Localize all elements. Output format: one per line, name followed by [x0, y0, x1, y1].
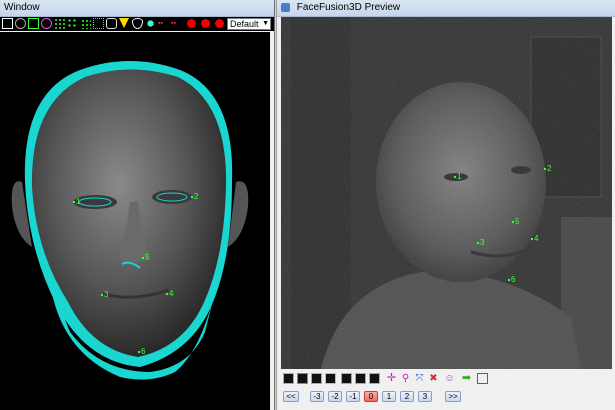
landmark-dot: [138, 350, 140, 353]
page-button-3[interactable]: 3: [418, 391, 432, 402]
red-mark-icon[interactable]: ▪▪: [158, 18, 169, 29]
preview-landmark-4[interactable]: 4: [531, 235, 538, 243]
face-photo: [281, 17, 612, 369]
crop-icon[interactable]: [15, 18, 26, 29]
points-icon[interactable]: [311, 373, 322, 384]
grid-overlay-icon[interactable]: [355, 373, 366, 384]
record-icon[interactable]: [186, 18, 197, 29]
landmark-dot: [512, 220, 514, 223]
preset-dropdown[interactable]: Default ▼: [227, 18, 271, 30]
landmark-dot: [73, 200, 75, 203]
preset-value: Default: [230, 19, 259, 29]
preview-landmark-6[interactable]: 6: [508, 276, 515, 284]
page-button-minus3[interactable]: -3: [310, 391, 324, 402]
move-icon[interactable]: ✛: [386, 373, 397, 384]
prev-page-button[interactable]: <<: [283, 391, 299, 402]
face-detect-icon[interactable]: ☺: [444, 373, 455, 384]
3d-viewport[interactable]: 1 2 5 3 4 6: [0, 32, 270, 410]
select-icon[interactable]: [2, 18, 13, 29]
left-window-title: Window: [4, 2, 40, 13]
record3-icon[interactable]: [214, 18, 225, 29]
target-icon[interactable]: [41, 18, 52, 29]
fit-icon[interactable]: ⤧: [414, 373, 425, 384]
preview-landmark-2[interactable]: 2: [544, 165, 551, 173]
reset-icon[interactable]: ✖: [428, 373, 439, 384]
page-button-1[interactable]: 1: [382, 391, 396, 402]
mesh-icon[interactable]: [67, 18, 78, 29]
scatter-overlay-icon[interactable]: [341, 373, 352, 384]
landmark-3[interactable]: 3: [101, 291, 108, 299]
view-mode2-icon[interactable]: [297, 373, 308, 384]
landmark-dot: [101, 293, 103, 296]
photo-preview[interactable]: 1 2 5 3 4 6: [281, 17, 612, 369]
mesh2-icon[interactable]: [80, 18, 91, 29]
grid-icon[interactable]: [93, 18, 104, 29]
snapshot-icon[interactable]: [477, 373, 488, 384]
preview-landmark-5[interactable]: 5: [512, 218, 519, 226]
right-window-title: FaceFusion3D Preview: [296, 2, 401, 13]
landmark-dot: [142, 256, 144, 259]
dots-overlay-icon[interactable]: [369, 373, 380, 384]
rect-icon[interactable]: [28, 18, 39, 29]
landmark-5[interactable]: 5: [142, 254, 149, 262]
landmark-dot: [454, 175, 456, 178]
preview-window: FaceFusion3D Preview 1 2 5 3 4 6 ✛ ⚲ ⤧ ✖…: [276, 0, 615, 410]
page-button-minus2[interactable]: -2: [328, 391, 342, 402]
landmark-dot: [544, 167, 546, 170]
landmark-dot: [191, 195, 193, 198]
chevron-down-icon: ▼: [262, 20, 269, 27]
cone-icon[interactable]: [119, 18, 129, 28]
preview-landmark-1[interactable]: 1: [454, 173, 461, 181]
landmark-1[interactable]: 1: [73, 198, 80, 206]
view-mode-icon[interactable]: [283, 373, 294, 384]
landmark-4[interactable]: 4: [166, 290, 173, 298]
next-arrow-icon[interactable]: ➡: [461, 373, 472, 384]
landmark-dot: [477, 241, 479, 244]
3d-model-window: Window ▪▪ ▪▪ Default ▼ 1 2 5 3 4 6: [0, 0, 275, 410]
preview-landmark-3[interactable]: 3: [477, 239, 484, 247]
record2-icon[interactable]: [200, 18, 211, 29]
preview-toolbar: ✛ ⚲ ⤧ ✖ ☺ ➡: [281, 371, 612, 387]
next-page-button[interactable]: >>: [445, 391, 461, 402]
scatter-icon[interactable]: [54, 18, 65, 29]
left-window-titlebar[interactable]: Window: [0, 0, 274, 17]
landmark-2[interactable]: 2: [191, 193, 198, 201]
frame-navigation: << -3 -2 -1 0 1 2 3 >>: [281, 389, 612, 405]
zoom-icon[interactable]: ⚲: [400, 373, 411, 384]
landmark-dot: [531, 237, 533, 240]
lasso-icon[interactable]: [106, 18, 117, 29]
page-button-minus1[interactable]: -1: [346, 391, 360, 402]
landmark-6[interactable]: 6: [138, 348, 145, 356]
mesh-overlay-icon[interactable]: [325, 373, 336, 384]
app-icon: [281, 2, 290, 12]
red-mark2-icon[interactable]: ▪▪: [171, 18, 182, 29]
page-button-0[interactable]: 0: [364, 391, 378, 402]
page-button-2[interactable]: 2: [400, 391, 414, 402]
tree-icon[interactable]: [145, 18, 156, 29]
landmark-dot: [166, 292, 168, 295]
model-toolbar: ▪▪ ▪▪ Default ▼: [0, 17, 274, 31]
head-model: [11, 61, 249, 380]
right-window-titlebar[interactable]: FaceFusion3D Preview: [277, 0, 615, 17]
eye-icon[interactable]: [132, 18, 143, 29]
landmark-dot: [508, 278, 510, 281]
